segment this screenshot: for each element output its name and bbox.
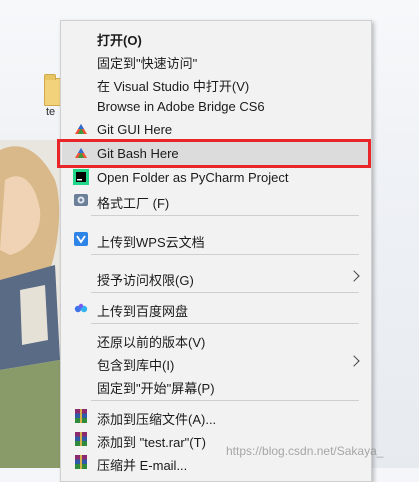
menu-separator	[91, 292, 359, 293]
menu-item-upload-wps[interactable]: 上传到WPS云文档	[62, 228, 368, 251]
menu-item-grant-access[interactable]: 授予访问权限(G)	[62, 266, 368, 289]
menu-item-label: 打开(O)	[97, 33, 142, 48]
menu-item-open[interactable]: 打开(O)	[62, 26, 368, 49]
menu-item-pin-start[interactable]: 固定到"开始"屏幕(P)	[62, 374, 368, 397]
menu-separator	[91, 215, 359, 216]
menu-separator	[91, 400, 359, 401]
menu-item-label: 还原以前的版本(V)	[97, 335, 206, 350]
menu-item-label: 添加到压缩文件(A)...	[97, 412, 217, 427]
submenu-chevron-icon	[348, 355, 360, 367]
menu-separator	[91, 323, 359, 324]
menu-item-label: Git GUI Here	[97, 122, 173, 137]
menu-item-label: Browse in Adobe Bridge CS6	[97, 99, 265, 114]
watermark-text: https://blog.csdn.net/Sakaya_	[226, 444, 384, 458]
menu-item-adobe-bridge[interactable]: Browse in Adobe Bridge CS6	[62, 95, 368, 118]
winrar-icon	[75, 409, 87, 423]
menu-item-label: 上传到WPS云文档	[97, 235, 205, 250]
wps-cloud-icon	[74, 232, 88, 246]
menu-item-add-archive[interactable]: 添加到压缩文件(A)...	[62, 405, 368, 428]
winrar-icon	[75, 432, 87, 446]
submenu-chevron-icon	[348, 270, 360, 282]
menu-item-pycharm[interactable]: Open Folder as PyCharm Project	[62, 166, 368, 189]
menu-item-label: 添加到 "test.rar"(T)	[97, 435, 206, 450]
menu-item-label: 授予访问权限(G)	[97, 273, 194, 288]
menu-item-label: 固定到"开始"屏幕(P)	[97, 381, 215, 396]
context-menu: 打开(O) 固定到"快速访问" 在 Visual Studio 中打开(V) B…	[60, 20, 372, 482]
menu-item-label: 上传到百度网盘	[97, 304, 189, 319]
menu-item-label: 压缩并 E-mail...	[97, 458, 188, 473]
menu-separator	[91, 254, 359, 255]
format-factory-icon	[74, 194, 88, 206]
menu-item-upload-baidu[interactable]: 上传到百度网盘	[62, 297, 368, 320]
git-icon	[75, 124, 87, 134]
menu-item-include-library[interactable]: 包含到库中(I)	[62, 351, 368, 374]
menu-item-label: 固定到"快速访问"	[97, 56, 198, 71]
menu-item-restore-versions[interactable]: 还原以前的版本(V)	[62, 328, 368, 351]
menu-item-label: 在 Visual Studio 中打开(V)	[97, 79, 250, 94]
highlight-box	[57, 139, 371, 168]
menu-item-pin-quick-access[interactable]: 固定到"快速访问"	[62, 49, 368, 72]
menu-item-label: 格式工厂 (F)	[97, 196, 170, 211]
menu-item-label: 包含到库中(I)	[97, 358, 175, 373]
menu-item-format-factory[interactable]: 格式工厂 (F)	[62, 189, 368, 212]
menu-item-git-gui[interactable]: Git GUI Here	[62, 118, 368, 141]
baidu-netdisk-icon	[74, 303, 88, 313]
menu-item-open-visual-studio[interactable]: 在 Visual Studio 中打开(V)	[62, 72, 368, 95]
menu-item-label: Open Folder as PyCharm Project	[97, 170, 289, 185]
desktop-folder-label: te	[46, 106, 56, 118]
pycharm-icon	[73, 169, 89, 185]
